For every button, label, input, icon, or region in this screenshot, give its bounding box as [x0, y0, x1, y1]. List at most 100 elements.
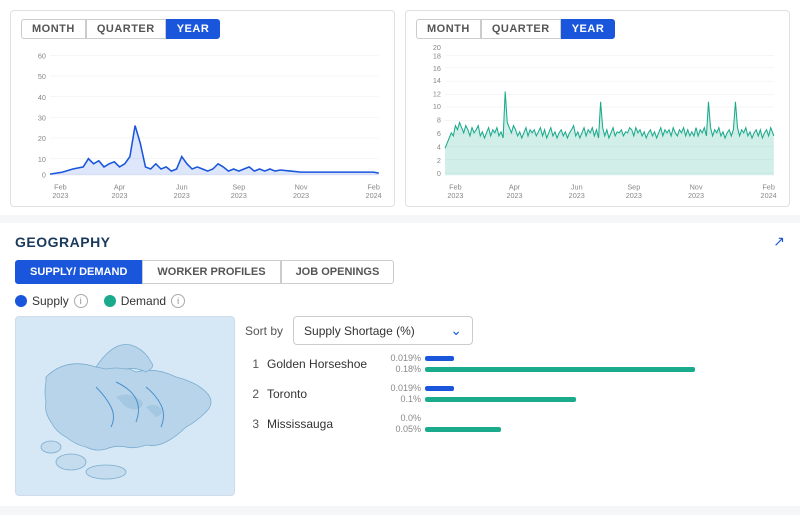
svg-text:40: 40 — [38, 93, 46, 102]
left-chart-area: 0 10 20 30 40 50 60 Feb 2023 Apr 2023 — [21, 45, 384, 200]
demand-dot — [104, 295, 116, 307]
svg-text:2023: 2023 — [52, 191, 68, 200]
ranking-item: 2 Toronto 0.019% 0.1% — [245, 383, 785, 405]
right-chart-svg: 0 2 4 6 8 10 12 14 16 18 20 Feb — [416, 45, 779, 200]
map-svg — [16, 317, 235, 496]
svg-text:0: 0 — [437, 169, 441, 178]
map-area — [15, 316, 235, 496]
supply-bar-row: 0.019% — [385, 383, 785, 393]
demand-bar-fill — [425, 427, 501, 432]
svg-text:18: 18 — [433, 51, 441, 60]
geography-header: GEOGRAPHY ↗ — [15, 233, 785, 250]
supply-bar-track — [425, 356, 785, 361]
demand-label: Demand — [121, 294, 166, 308]
svg-text:2023: 2023 — [293, 191, 309, 200]
rank-bars: 0.0% 0.05% — [385, 413, 785, 435]
demand-value: 0.18% — [385, 364, 421, 374]
geography-body: Sort by Supply Shortage (%) ⌄ 1 Golden H… — [15, 316, 785, 496]
svg-text:20: 20 — [38, 134, 46, 143]
supply-label: Supply — [32, 294, 69, 308]
chevron-down-icon: ⌄ — [450, 322, 462, 339]
demand-bar-track — [425, 397, 785, 402]
geography-title: GEOGRAPHY — [15, 234, 111, 250]
supply-value: 0.0% — [385, 413, 421, 423]
svg-text:30: 30 — [38, 113, 46, 122]
sort-dropdown[interactable]: Supply Shortage (%) ⌄ — [293, 316, 473, 345]
rank-name: Golden Horseshoe — [267, 357, 377, 371]
rank-name: Toronto — [267, 387, 377, 401]
legend-supply: Supply i — [15, 294, 88, 308]
right-tab-group: MONTH QUARTER YEAR — [416, 19, 779, 39]
right-chart-card: MONTH QUARTER YEAR — [405, 10, 790, 207]
supply-bar-fill — [425, 386, 454, 391]
demand-bar-track — [425, 367, 785, 372]
geography-section: GEOGRAPHY ↗ SUPPLY/ DEMAND WORKER PROFIL… — [0, 215, 800, 506]
demand-value: 0.05% — [385, 424, 421, 434]
left-tab-year[interactable]: YEAR — [166, 19, 221, 39]
left-chart-card: MONTH QUARTER YEAR 0 10 20 — [10, 10, 395, 207]
svg-text:12: 12 — [433, 90, 441, 99]
svg-text:4: 4 — [437, 142, 441, 151]
geo-tab-supply-demand[interactable]: SUPPLY/ DEMAND — [15, 260, 142, 284]
ranking-item: 3 Mississauga 0.0% 0.05% — [245, 413, 785, 435]
left-tab-group: MONTH QUARTER YEAR — [21, 19, 384, 39]
supply-bar-row: 0.019% — [385, 353, 785, 363]
geography-tabs: SUPPLY/ DEMAND WORKER PROFILES JOB OPENI… — [15, 260, 785, 284]
svg-text:2: 2 — [437, 156, 441, 165]
supply-info-icon[interactable]: i — [74, 294, 88, 308]
legend: Supply i Demand i — [15, 294, 785, 308]
ranking-item: 1 Golden Horseshoe 0.019% 0.18% — [245, 353, 785, 375]
supply-bar-fill — [425, 356, 454, 361]
rankings-area: Sort by Supply Shortage (%) ⌄ 1 Golden H… — [245, 316, 785, 496]
svg-text:2023: 2023 — [174, 191, 190, 200]
supply-dot — [15, 295, 27, 307]
right-tab-quarter[interactable]: QUARTER — [481, 19, 561, 39]
rank-number: 3 — [245, 417, 259, 431]
svg-text:60: 60 — [38, 51, 46, 60]
geo-tab-worker-profiles[interactable]: WORKER PROFILES — [142, 260, 280, 284]
svg-text:16: 16 — [433, 64, 441, 73]
left-tab-quarter[interactable]: QUARTER — [86, 19, 166, 39]
svg-text:2023: 2023 — [231, 191, 247, 200]
supply-bar-track — [425, 416, 785, 421]
right-tab-month[interactable]: MONTH — [416, 19, 481, 39]
svg-text:10: 10 — [433, 102, 441, 111]
demand-bar-track — [425, 427, 785, 432]
svg-text:20: 20 — [433, 45, 441, 52]
demand-value: 0.1% — [385, 394, 421, 404]
legend-demand: Demand i — [104, 294, 185, 308]
rank-number: 2 — [245, 387, 259, 401]
svg-text:2023: 2023 — [111, 191, 127, 200]
top-charts-section: MONTH QUARTER YEAR 0 10 20 — [0, 0, 800, 215]
sort-selected: Supply Shortage (%) — [304, 324, 415, 338]
demand-info-icon[interactable]: i — [171, 294, 185, 308]
svg-text:2024: 2024 — [761, 191, 777, 200]
right-chart-area: 0 2 4 6 8 10 12 14 16 18 20 Feb — [416, 45, 779, 200]
svg-text:0: 0 — [42, 170, 46, 179]
demand-bar-fill — [425, 397, 576, 402]
rank-number: 1 — [245, 357, 259, 371]
supply-bar-track — [425, 386, 785, 391]
rank-bars: 0.019% 0.1% — [385, 383, 785, 405]
left-tab-month[interactable]: MONTH — [21, 19, 86, 39]
demand-bar-row: 0.18% — [385, 364, 785, 374]
demand-bar-row: 0.05% — [385, 424, 785, 434]
right-tab-year[interactable]: YEAR — [561, 19, 616, 39]
svg-text:14: 14 — [433, 76, 441, 85]
expand-icon[interactable]: ↗ — [773, 233, 785, 250]
svg-text:50: 50 — [38, 72, 46, 81]
ranking-list: 1 Golden Horseshoe 0.019% 0.18% 2 Toront… — [245, 353, 785, 435]
svg-text:2023: 2023 — [688, 191, 704, 200]
rank-bars: 0.019% 0.18% — [385, 353, 785, 375]
sort-by-row: Sort by Supply Shortage (%) ⌄ — [245, 316, 785, 345]
geo-tab-job-openings[interactable]: JOB OPENINGS — [281, 260, 395, 284]
svg-text:2023: 2023 — [569, 191, 585, 200]
svg-text:10: 10 — [38, 155, 46, 164]
supply-value: 0.019% — [385, 353, 421, 363]
demand-bar-row: 0.1% — [385, 394, 785, 404]
svg-text:6: 6 — [437, 129, 441, 138]
left-chart-svg: 0 10 20 30 40 50 60 Feb 2023 Apr 2023 — [21, 45, 384, 200]
svg-text:2023: 2023 — [447, 191, 463, 200]
svg-text:2023: 2023 — [506, 191, 522, 200]
rank-name: Mississauga — [267, 417, 377, 431]
